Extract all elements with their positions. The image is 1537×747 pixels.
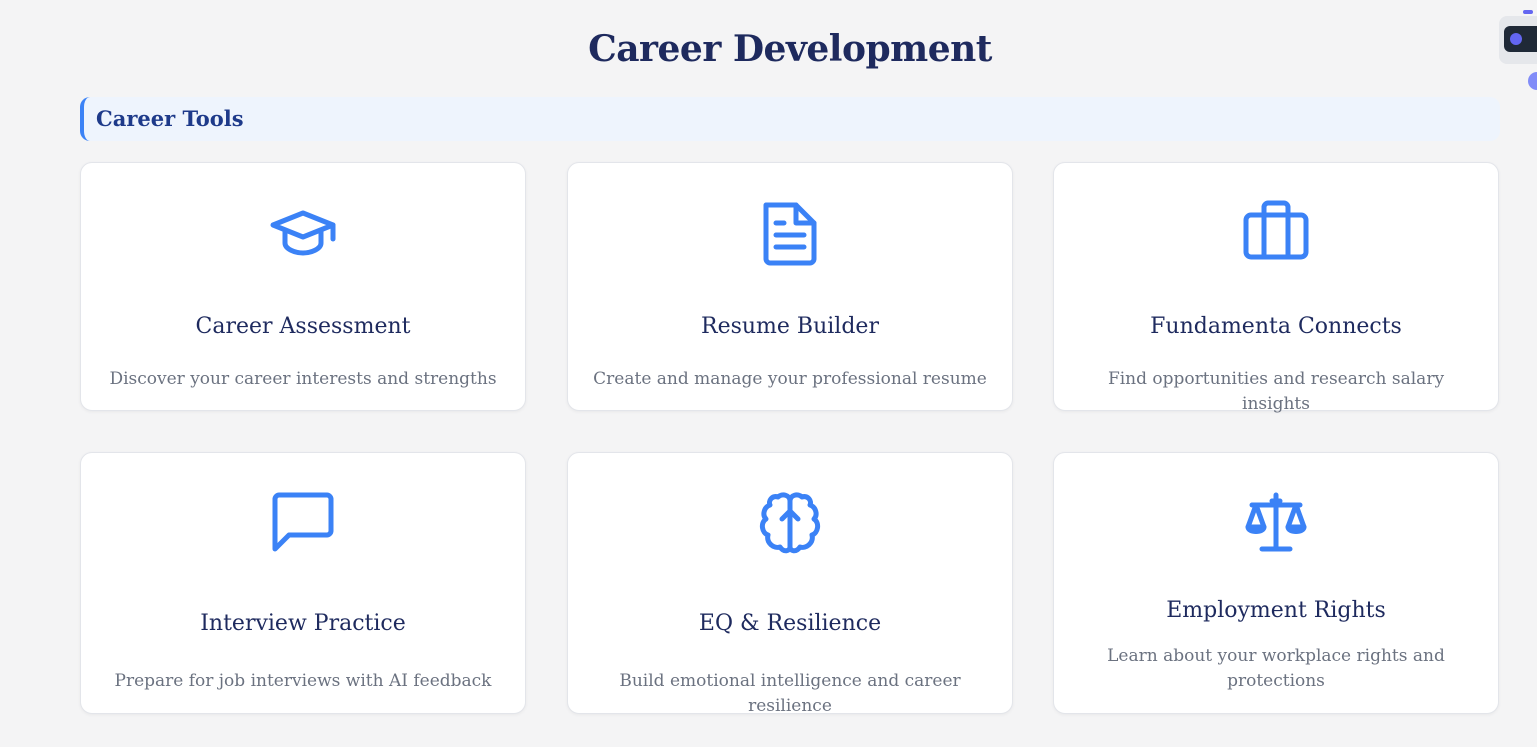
briefcase-icon bbox=[1242, 199, 1310, 267]
scales-icon bbox=[1242, 489, 1310, 557]
card-employment-rights[interactable]: Employment Rights Learn about your workp… bbox=[1053, 452, 1499, 714]
assistant-toggle[interactable] bbox=[1499, 16, 1537, 64]
card-description: Discover your career interests and stren… bbox=[109, 369, 497, 389]
card-description: Learn about your workplace rights and pr… bbox=[1107, 646, 1445, 691]
card-career-assessment[interactable]: Career Assessment Discover your career i… bbox=[80, 162, 526, 411]
career-development-page: Career Development Career Tools Career A… bbox=[0, 0, 1537, 747]
toggle-pill bbox=[1504, 26, 1537, 52]
card-title: Fundamenta Connects bbox=[1150, 314, 1402, 339]
card-title: EQ & Resilience bbox=[698, 611, 882, 636]
section-title: Career Tools bbox=[96, 106, 244, 131]
card-description: Find opportunities and research salary i… bbox=[1107, 369, 1445, 414]
card-eq-resilience[interactable]: EQ & Resilience Build emotional intellig… bbox=[567, 452, 1013, 716]
card-fundamenta-connects[interactable]: Fundamenta Connects Find opportunities a… bbox=[1053, 162, 1499, 414]
chat-bubble-icon bbox=[269, 489, 337, 557]
toggle-dot-icon bbox=[1510, 33, 1522, 45]
card-description: Prepare for job interviews with AI feedb… bbox=[114, 671, 492, 691]
page-title: Career Development bbox=[588, 28, 992, 70]
brain-icon bbox=[756, 489, 824, 557]
card-title: Resume Builder bbox=[701, 314, 879, 339]
floating-action-dot[interactable] bbox=[1528, 72, 1537, 90]
card-description: Build emotional intelligence and career … bbox=[619, 671, 961, 716]
card-interview-practice[interactable]: Interview Practice Prepare for job inter… bbox=[80, 452, 526, 714]
graduation-cap-icon bbox=[269, 199, 337, 267]
card-title: Employment Rights bbox=[1166, 598, 1386, 623]
card-title: Career Assessment bbox=[195, 314, 411, 339]
card-description: Create and manage your professional resu… bbox=[593, 369, 987, 389]
card-resume-builder[interactable]: Resume Builder Create and manage your pr… bbox=[567, 162, 1013, 411]
corner-indicator-bar bbox=[1523, 10, 1533, 14]
card-title: Interview Practice bbox=[200, 611, 406, 636]
section-header-career-tools: Career Tools bbox=[80, 97, 1500, 141]
document-icon bbox=[756, 199, 824, 267]
